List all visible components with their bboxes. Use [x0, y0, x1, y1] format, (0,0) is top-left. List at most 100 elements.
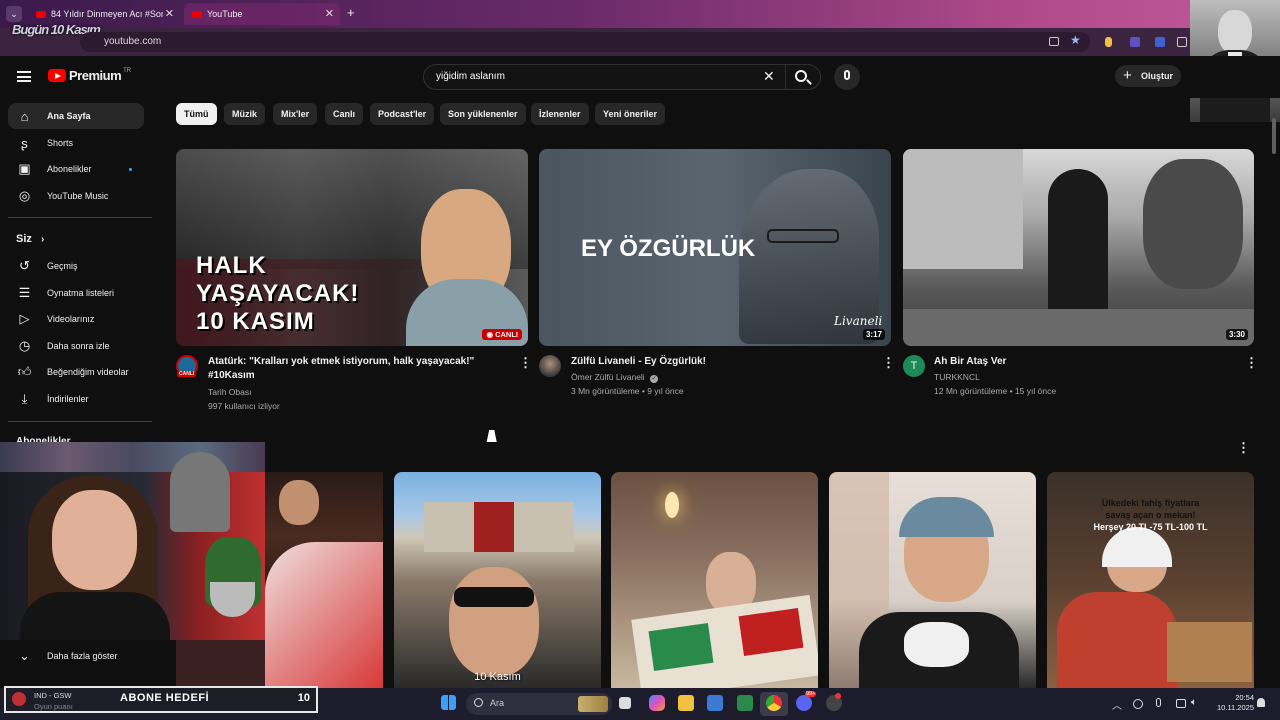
app-icon[interactable]	[737, 695, 753, 711]
taskbar-search-box[interactable]: Ara	[466, 693, 612, 715]
sidebar-show-more[interactable]: ⌄ Daha fazla göster	[8, 643, 144, 669]
sidebar-item-home[interactable]: ⌂ Ana Sayfa	[8, 103, 144, 129]
video-title[interactable]: Zülfü Livaneli - Ey Özgürlük!	[571, 355, 706, 369]
chip-podcasts[interactable]: Podcast'ler	[370, 103, 435, 125]
sidebar-item-your-videos[interactable]: ▷ Videolarınız	[8, 306, 144, 332]
shorts-more-options-icon[interactable]: ⋮	[1237, 440, 1250, 456]
tab-2[interactable]: YouTube ✕	[184, 3, 340, 25]
short-thumbnail[interactable]: 10 Kasım	[394, 472, 601, 688]
sidebar-item-youtube-music[interactable]: ◎ YouTube Music	[8, 183, 144, 209]
chip-music[interactable]: Müzik	[224, 103, 266, 125]
more-options-icon[interactable]: ⋮	[519, 355, 532, 371]
video-title-line2[interactable]: #10Kasım	[208, 369, 255, 383]
chrome-icon[interactable]	[766, 695, 782, 711]
liked-icon: 👍︎	[17, 364, 32, 379]
sidebar-item-playlists[interactable]: ☰ Oynatma listeleri	[8, 280, 144, 306]
more-options-icon[interactable]: ⋮	[1245, 355, 1258, 371]
youtube-play-icon	[48, 69, 66, 82]
live-badge-text: CANLI	[495, 330, 518, 339]
url-text: youtube.com	[104, 36, 162, 47]
video-thumbnail[interactable]: 3:30	[903, 149, 1254, 346]
sidebar-item-history[interactable]: ↺ Geçmiş	[8, 253, 144, 279]
bookmark-star-icon[interactable]: ★	[1070, 33, 1081, 47]
chip-all[interactable]: Tümü	[176, 103, 217, 125]
tab-search-button[interactable]: ⌄	[6, 6, 22, 22]
channel-avatar[interactable]: T	[903, 355, 925, 377]
app-icon[interactable]	[826, 693, 842, 711]
url-field[interactable]: youtube.com	[80, 32, 1090, 52]
windows-start-icon[interactable]	[441, 695, 456, 710]
sidebar-item-liked-videos[interactable]: 👍︎ Beğendiğim videolar	[8, 359, 144, 385]
short-thumbnail[interactable]	[611, 472, 818, 688]
chip-recently-uploaded[interactable]: Son yüklenenler	[440, 103, 526, 125]
channel-name[interactable]: TURKKNCL	[934, 372, 980, 382]
tab-2-close-icon[interactable]: ✕	[325, 7, 334, 20]
search-input[interactable]: yiğidim aslanım	[436, 71, 505, 82]
channel-name[interactable]: Ömer Zülfü Livaneli ✓	[571, 372, 659, 383]
microphone-tray-icon[interactable]	[1156, 698, 1161, 707]
create-button[interactable]: + Oluştur	[1115, 65, 1181, 87]
video-duration: 3:30	[1225, 329, 1248, 340]
channel-avatar[interactable]: CANLI	[176, 355, 198, 377]
short-thumbnail[interactable]: Ülkedeki fahiş fiyatlara savaş açan o me…	[1047, 472, 1254, 688]
network-icon[interactable]	[1176, 699, 1186, 708]
voice-search-button[interactable]	[834, 64, 860, 90]
channel-avatar[interactable]	[539, 355, 561, 377]
clock[interactable]: 20:54 10.11.2025	[1210, 693, 1254, 713]
sidebar-item-subscriptions[interactable]: ▣ Abonelikler	[8, 156, 144, 182]
chevron-right-icon: ›	[40, 234, 45, 245]
thumbnail-text: HALK	[196, 252, 267, 279]
youtube-logo-region: TR	[123, 67, 132, 74]
notifications-bell-icon[interactable]	[1257, 698, 1265, 707]
file-explorer-icon[interactable]	[678, 695, 694, 711]
store-icon[interactable]	[707, 695, 723, 711]
more-options-icon[interactable]: ⋮	[882, 355, 895, 371]
install-icon[interactable]	[1049, 37, 1059, 46]
show-hidden-icons-icon[interactable]: ︿	[1112, 697, 1122, 712]
volume-icon[interactable]: 🔈︎	[1191, 697, 1197, 708]
extension-icon[interactable]	[1105, 37, 1112, 47]
browser-tab-bar: ⌄ 84 Yıldır Dinmeyen Acı #SonKa ✕ YouTub…	[0, 0, 1280, 28]
short-thumbnail-partial[interactable]	[176, 640, 265, 688]
avatar-letter: T	[910, 360, 918, 372]
sidebar-item-label: YouTube Music	[47, 191, 109, 201]
short-thumbnail[interactable]	[829, 472, 1036, 688]
search-box[interactable]: yiğidim aslanım ✕	[423, 64, 821, 90]
video-title[interactable]: Atatürk: "Kralları yok etmek istiyorum, …	[208, 355, 508, 369]
search-icon[interactable]	[795, 70, 812, 85]
youtube-logo[interactable]: Premium TR	[48, 68, 131, 83]
clear-search-icon[interactable]: ✕	[763, 68, 775, 85]
create-label: Oluştur	[1141, 71, 1174, 81]
sidebar-item-downloads[interactable]: ⤓ İndirilenler	[8, 386, 144, 412]
video-title[interactable]: Ah Bir Ataş Ver	[934, 355, 1006, 369]
copilot-icon[interactable]	[649, 695, 665, 711]
channel-name[interactable]: Tarih Obası	[208, 387, 251, 397]
tab-1-close-icon[interactable]: ✕	[165, 7, 174, 20]
chip-live[interactable]: Canlı	[325, 103, 364, 125]
video-thumbnail[interactable]: EY ÖZGÜRLÜK Livaneli 3:17	[539, 149, 891, 346]
taskbar-search-placeholder: Ara	[490, 698, 505, 708]
tab-1-title: 84 Yıldır Dinmeyen Acı #SonKa	[51, 9, 163, 19]
discord-icon[interactable]: 99+	[796, 691, 817, 711]
extension-icon[interactable]	[1130, 37, 1140, 47]
video-thumbnail[interactable]: HALK YAŞAYACAK! 10 KASIM ◉ CANLI	[176, 149, 528, 346]
sidebar-item-watch-later[interactable]: ◷ Daha sonra izle	[8, 333, 144, 359]
extension-icon[interactable]	[1155, 37, 1165, 47]
chip-new-to-you[interactable]: Yeni öneriler	[595, 103, 666, 125]
youtube-logo-text: Premium	[69, 68, 122, 83]
menu-hamburger-icon[interactable]	[17, 71, 31, 82]
short-caption: 10 Kasım	[474, 671, 521, 683]
chip-mixes[interactable]: Mix'ler	[273, 103, 318, 125]
verified-icon: ✓	[650, 375, 659, 383]
new-tab-button[interactable]: +	[347, 5, 355, 20]
tray-icon[interactable]	[1133, 699, 1143, 709]
task-view-icon[interactable]	[619, 697, 631, 709]
extensions-puzzle-icon[interactable]	[1177, 37, 1187, 47]
sidebar-item-shorts[interactable]: ʂ Shorts	[8, 130, 144, 156]
live-icon: ◉	[486, 330, 496, 339]
chip-watched[interactable]: İzlenenler	[531, 103, 589, 125]
sidebar-you-header[interactable]: Siz ›	[16, 233, 44, 245]
page-scrollbar-thumb[interactable]	[1272, 118, 1276, 154]
sidebar-item-label: Geçmiş	[47, 261, 78, 271]
webcam-overlay	[0, 442, 265, 640]
